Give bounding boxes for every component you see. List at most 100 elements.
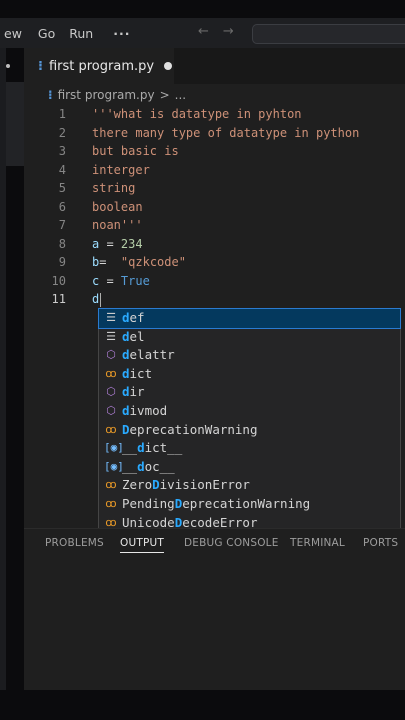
- tab-debug-console[interactable]: DEBUG CONSOLE: [184, 537, 279, 549]
- suggestion-item[interactable]: ꝏ dict: [99, 365, 400, 384]
- menu-go[interactable]: Go: [38, 26, 55, 41]
- code-line[interactable]: 4 interger: [24, 161, 405, 180]
- suggestion-label: PendingDeprecationWarning: [122, 495, 311, 511]
- python-file-icon: ⁝: [38, 58, 43, 74]
- panel-tab-bar: PROBLEMS OUTPUT DEBUG CONSOLE TERMINAL P…: [24, 537, 405, 561]
- python-file-icon: ⁝: [48, 88, 53, 102]
- suggestion-label: DeprecationWarning: [122, 421, 258, 437]
- suggestion-label: dict: [122, 365, 153, 381]
- code-keyword: True: [120, 273, 150, 288]
- line-number: 8: [58, 236, 66, 251]
- code-line[interactable]: 2 there many type of datatype in python: [24, 124, 405, 143]
- code-line[interactable]: 10 c = True: [24, 272, 405, 291]
- sidebar-indicator-dot: [6, 64, 10, 68]
- suggestion-item[interactable]: ☰ def: [98, 308, 401, 329]
- tab-first-program[interactable]: ⁝ first program.py: [24, 48, 174, 84]
- bottom-letterbox: [0, 690, 405, 720]
- code-text: boolean: [92, 199, 143, 214]
- class-icon: ꝏ: [105, 422, 117, 436]
- suggestion-widget: ☰ def ☰ del ⬡ delattr ꝏ dict ⬡ dir ⬡ div…: [98, 308, 401, 534]
- suggestion-label: divmod: [122, 402, 168, 418]
- suggestion-item[interactable]: ꝏ ZeroDivisionError: [99, 476, 400, 495]
- tab-label: first program.py: [48, 58, 155, 74]
- code-string: "qzkcode": [120, 255, 186, 269]
- menu-run[interactable]: Run: [69, 26, 93, 41]
- class-icon: ꝏ: [105, 366, 117, 380]
- code-line[interactable]: 7 noan''': [24, 216, 405, 235]
- code-editor[interactable]: 1 '''what is datatype in pyhton 2 there …: [24, 105, 405, 309]
- unsaved-dot-icon[interactable]: [164, 62, 173, 70]
- code-text: b= "qzkcode": [92, 253, 186, 272]
- line-number: 11: [51, 292, 66, 306]
- suggestion-item[interactable]: ⬡ divmod: [99, 402, 400, 421]
- code-text: but basic is: [92, 144, 179, 158]
- breadcrumb-more[interactable]: ...: [175, 88, 186, 102]
- forward-arrow-icon[interactable]: →: [223, 24, 248, 39]
- line-number: 4: [58, 162, 66, 177]
- suggestion-item[interactable]: ⬡ dir: [99, 383, 400, 402]
- menu-bar: ew Go Run ··· ←→: [0, 18, 405, 48]
- code-text: interger: [92, 162, 150, 177]
- menu-more-icon[interactable]: ···: [113, 26, 130, 41]
- line-number: 7: [58, 218, 66, 232]
- class-icon: ꝏ: [105, 496, 117, 510]
- bottom-panel: PROBLEMS OUTPUT DEBUG CONSOLE TERMINAL P…: [24, 528, 405, 691]
- suggestion-item[interactable]: ꝏ DeprecationWarning: [99, 421, 400, 440]
- method-cube-icon: ⬡: [106, 348, 116, 362]
- menu-view[interactable]: ew: [4, 26, 22, 41]
- code-line[interactable]: 9 b= "qzkcode": [24, 253, 405, 272]
- back-arrow-icon[interactable]: ←: [198, 24, 223, 39]
- top-letterbox: [0, 0, 405, 18]
- code-text: noan''': [92, 218, 143, 232]
- suggestion-label: ZeroDivisionError: [122, 477, 250, 493]
- suggestion-label: def: [122, 310, 145, 325]
- suggestion-item[interactable]: ꝏ PendingDeprecationWarning: [99, 495, 400, 514]
- suggestion-label: dir: [122, 384, 145, 400]
- method-cube-icon: ⬡: [106, 385, 116, 399]
- sidebar-edge-panel: [6, 82, 24, 166]
- command-center-input[interactable]: [252, 24, 405, 44]
- code-operator: =: [99, 255, 121, 269]
- variable-icon: [◉]: [104, 459, 124, 473]
- code-operator: =: [99, 273, 121, 288]
- code-text: '''what is datatype in pyhton: [92, 107, 302, 121]
- tab-ports[interactable]: PORTS: [363, 537, 398, 549]
- code-text: d: [92, 290, 102, 309]
- suggestion-item[interactable]: [◉] __dict__: [99, 439, 400, 458]
- code-text: string: [92, 181, 136, 195]
- nav-arrows: ←→: [198, 24, 248, 39]
- method-cube-icon: ⬡: [106, 403, 116, 417]
- code-text: c = True: [92, 272, 150, 291]
- tab-problems[interactable]: PROBLEMS: [45, 537, 104, 549]
- line-number: 2: [58, 125, 66, 140]
- keyword-icon: ☰: [106, 329, 116, 343]
- line-number: 1: [58, 107, 66, 121]
- suggestion-item[interactable]: [◉] __doc__: [99, 458, 400, 477]
- code-line[interactable]: 5 string: [24, 179, 405, 198]
- breadcrumb: ⁝ first program.py > ...: [48, 86, 186, 104]
- tab-terminal[interactable]: TERMINAL: [290, 537, 345, 549]
- code-text: there many type of datatype in python: [92, 125, 360, 140]
- breadcrumb-separator: >: [159, 88, 170, 102]
- suggestion-label: __doc__: [122, 458, 175, 474]
- vscode-window: ew Go Run ··· ←→ ⁝ first program.py ⁝ fi…: [0, 0, 405, 720]
- keyword-icon: ☰: [106, 311, 116, 324]
- code-line[interactable]: 1 '''what is datatype in pyhton: [24, 105, 405, 124]
- variable-icon: [◉]: [104, 441, 124, 455]
- editor-tab-bar: ⁝ first program.py: [24, 48, 405, 84]
- tab-output[interactable]: OUTPUT: [120, 537, 164, 553]
- code-line[interactable]: 6 boolean: [24, 198, 405, 217]
- line-number: 6: [58, 199, 66, 214]
- code-line[interactable]: 3 but basic is: [24, 142, 405, 161]
- code-number: 234: [120, 236, 143, 251]
- code-variable: d: [92, 292, 100, 306]
- breadcrumb-file[interactable]: first program.py: [58, 88, 155, 102]
- code-line[interactable]: 8 a = 234: [24, 235, 405, 254]
- suggestion-item[interactable]: ⬡ delattr: [99, 346, 400, 365]
- suggestion-label: __dict__: [122, 440, 183, 456]
- code-line-active[interactable]: 11 d: [24, 290, 405, 309]
- suggestion-item[interactable]: ☰ del: [99, 328, 400, 347]
- line-number: 10: [51, 273, 66, 288]
- line-number: 3: [58, 144, 66, 158]
- code-text: a = 234: [92, 235, 143, 254]
